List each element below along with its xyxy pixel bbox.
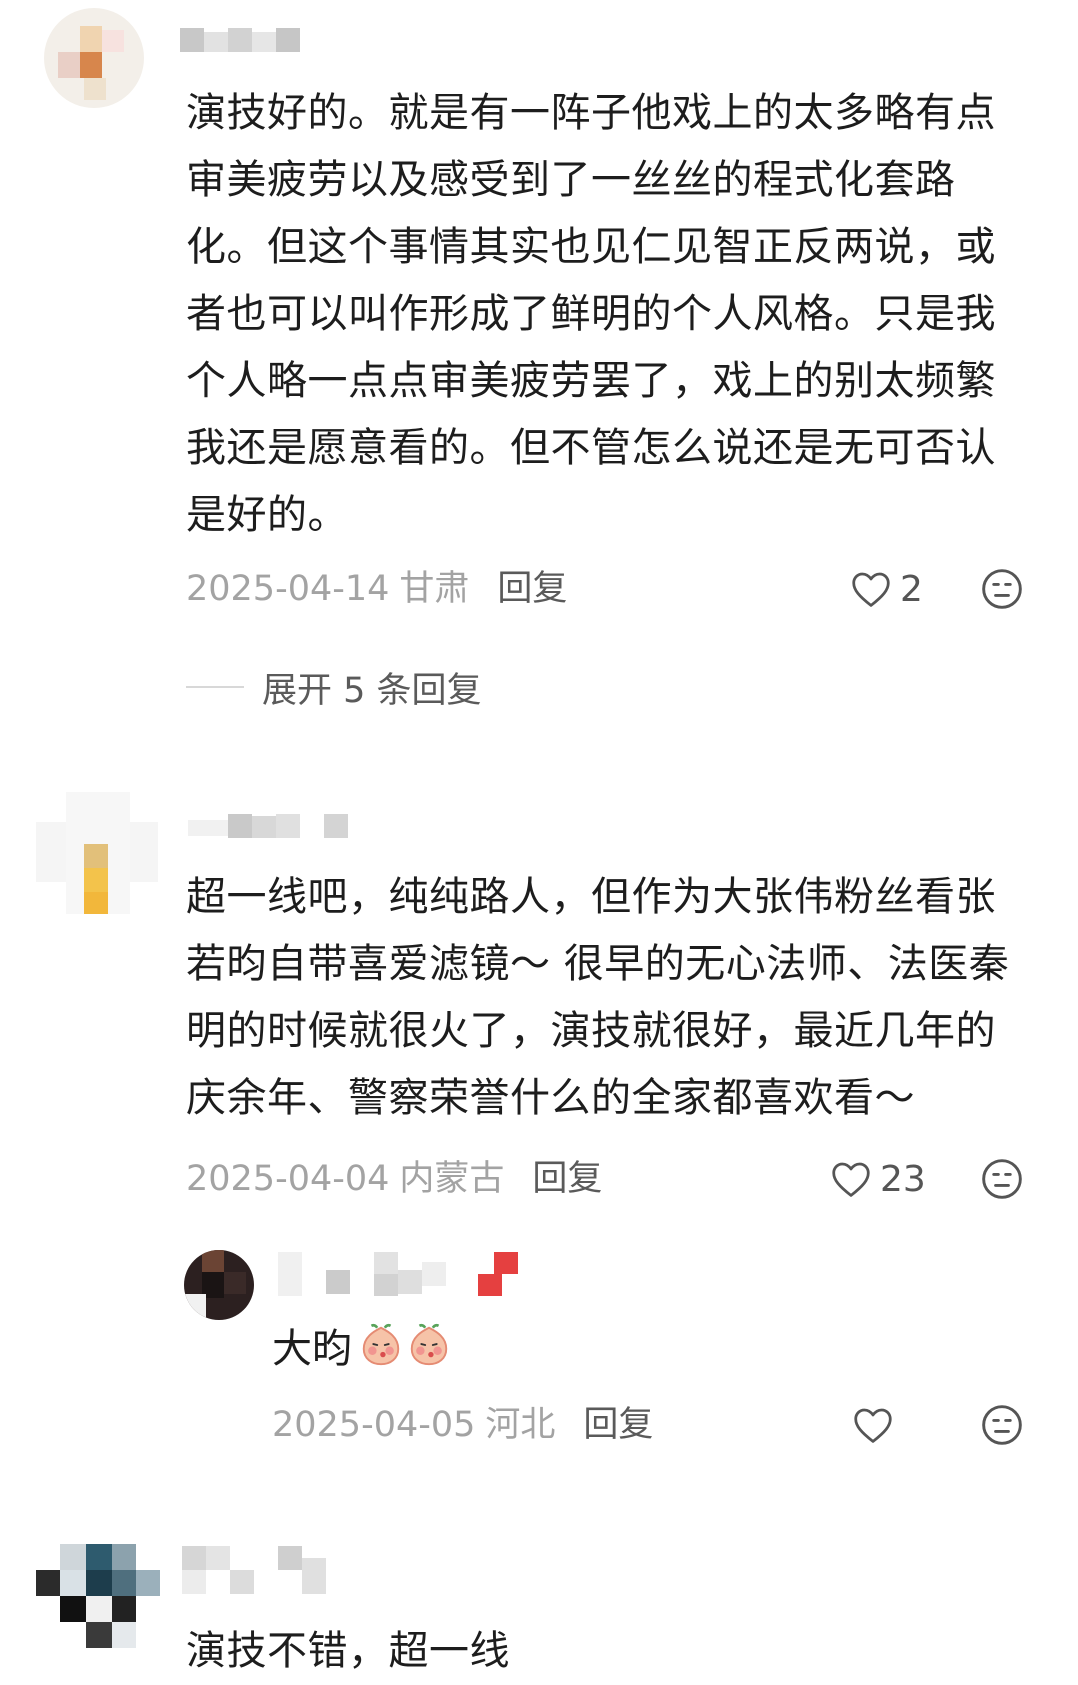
avatar[interactable]: [36, 792, 158, 914]
like-count: 23: [880, 1158, 926, 1200]
avatar[interactable]: [44, 8, 144, 108]
reply-button[interactable]: 回复: [497, 569, 567, 609]
comment-date: 2025-04-14: [186, 569, 390, 609]
like-button[interactable]: [852, 1400, 894, 1450]
username-blurred[interactable]: [278, 1252, 548, 1296]
username-blurred[interactable]: [188, 814, 388, 840]
expand-replies-label: 展开 5 条回复: [262, 670, 482, 711]
reply-button[interactable]: 回复: [583, 1405, 653, 1445]
like-button[interactable]: 2: [850, 564, 923, 614]
reply-button[interactable]: 回复: [532, 1159, 602, 1199]
comment-3: 演技不错，超一线: [0, 1530, 1078, 1681]
reply-content: 大昀: [272, 1310, 452, 1380]
comment-text: 超一线吧，纯纯路人，但作为大张伟粉丝看张若昀自带喜爱滤镜～ 很早的无心法师、法医…: [186, 874, 1010, 1121]
blushing-peach-emoji: [410, 1323, 448, 1366]
comment-2: 超一线吧，纯纯路人，但作为大张伟粉丝看张若昀自带喜爱滤镜～ 很早的无心法师、法医…: [0, 790, 1078, 1450]
comment-text: 演技好的。就是有一阵子他戏上的太多略有点审美疲劳以及感受到了一丝丝的程式化套路化…: [186, 90, 996, 538]
comment-location: 甘肃: [399, 569, 470, 609]
meh-face-icon[interactable]: [980, 567, 1024, 611]
comment-date: 2025-04-04: [186, 1159, 390, 1199]
avatar[interactable]: [184, 1250, 254, 1320]
meh-face-icon[interactable]: [980, 1403, 1024, 1447]
comment-text: 演技不错，超一线: [186, 1628, 510, 1674]
reply-date: 2025-04-05: [272, 1405, 476, 1445]
reply-location: 河北: [485, 1405, 556, 1445]
nested-reply: 大昀 2025-04-05 河北 回复: [0, 1250, 1078, 1450]
comment-meta: 2025-04-14 甘肃 回复: [186, 564, 567, 614]
meh-face-icon[interactable]: [980, 1157, 1024, 1201]
like-count: 2: [900, 568, 923, 610]
expand-replies-button[interactable]: 展开 5 条回复: [186, 662, 482, 712]
username-blurred[interactable]: [182, 1546, 352, 1594]
comment-1: 演技好的。就是有一阵子他戏上的太多略有点审美疲劳以及感受到了一丝丝的程式化套路化…: [0, 0, 1078, 720]
reply-text: 大昀: [272, 1326, 352, 1372]
heart-outline-icon: [854, 1408, 892, 1443]
comment-meta: 2025-04-04 内蒙古 回复: [186, 1154, 602, 1204]
username-blurred[interactable]: [180, 28, 304, 54]
like-button[interactable]: 23: [830, 1154, 926, 1204]
blushing-peach-emoji: [362, 1323, 400, 1366]
heart-outline-icon: [852, 572, 890, 607]
heart-outline-icon: [832, 1162, 870, 1197]
reply-meta: 2025-04-05 河北 回复: [272, 1400, 653, 1450]
avatar[interactable]: [36, 1544, 160, 1668]
divider-line: [186, 686, 244, 688]
comment-location: 内蒙古: [399, 1159, 505, 1199]
